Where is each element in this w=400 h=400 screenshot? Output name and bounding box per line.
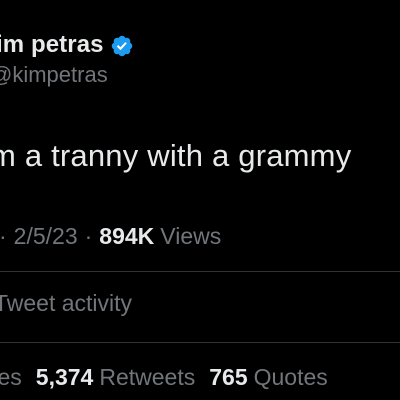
divider <box>0 342 400 343</box>
retweets-stat[interactable]: 5,374 Retweets <box>36 364 195 391</box>
likes-label: kes <box>0 363 22 390</box>
divider <box>0 271 400 272</box>
author-name-row: im petras <box>0 30 134 60</box>
meta-separator: · <box>0 223 7 250</box>
views-count: 894K <box>99 222 155 249</box>
quotes-stat[interactable]: 765 Quotes <box>209 364 328 391</box>
tweet-stats: kes 5,374 Retweets 765 Quotes <box>0 361 342 393</box>
quotes-count: 765 <box>209 363 248 390</box>
likes-stat[interactable]: kes <box>0 364 22 391</box>
verified-badge-icon <box>110 34 134 58</box>
tweet-date[interactable]: 2/5/23 <box>14 223 78 250</box>
author-handle[interactable]: @kimpetras <box>0 62 108 88</box>
meta-separator: · <box>84 222 93 249</box>
views-label: Views <box>160 222 222 249</box>
retweets-label: Retweets <box>99 363 196 390</box>
tweet-activity-link[interactable]: Tweet activity <box>0 290 132 317</box>
tweet-meta: · 2/5/23 · 894K Views <box>0 220 221 252</box>
tweet-text: m a tranny with a grammy <box>0 138 352 173</box>
author-display-name[interactable]: im petras <box>0 31 104 59</box>
quotes-label: Quotes <box>253 363 328 390</box>
retweets-count: 5,374 <box>35 363 94 390</box>
tweet-author: im petras @kimpetras <box>0 30 296 90</box>
